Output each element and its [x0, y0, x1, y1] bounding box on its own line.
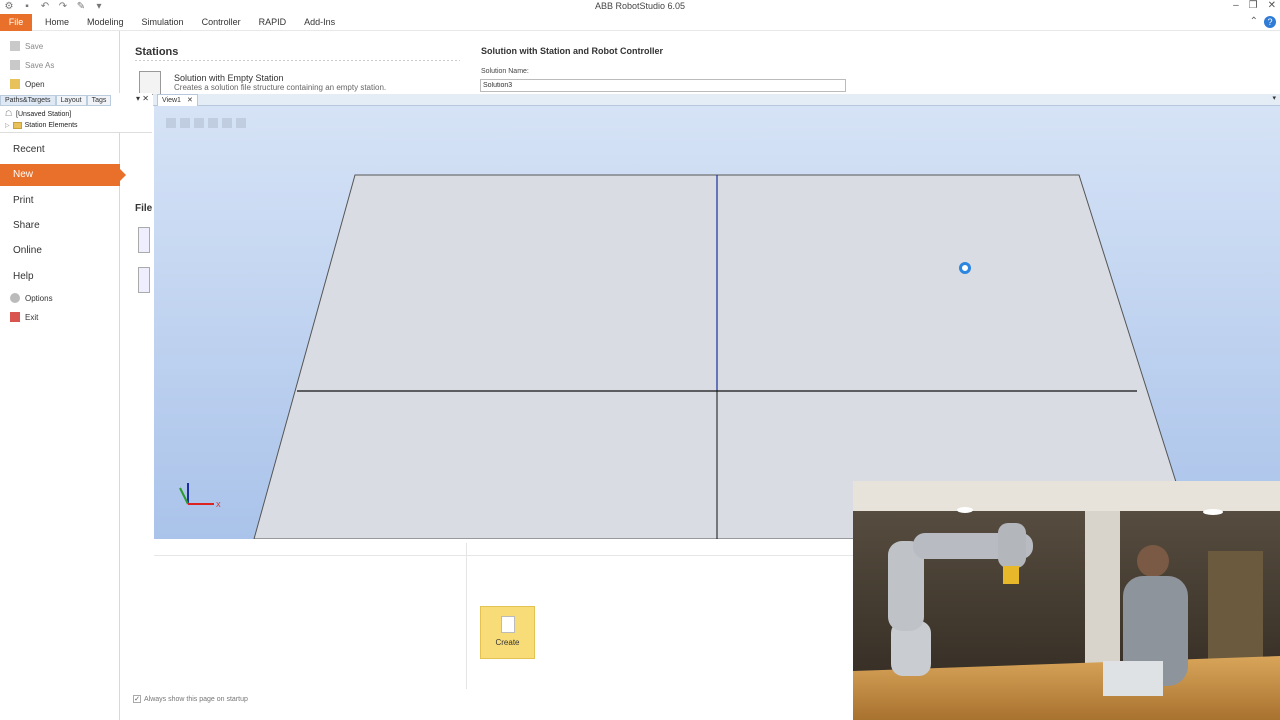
solution-name-input[interactable] [480, 79, 846, 92]
tab-layout[interactable]: Layout [55, 95, 87, 106]
3d-viewport[interactable]: X [154, 106, 1280, 539]
tab-modeling[interactable]: Modeling [78, 14, 133, 31]
tab-paths-targets[interactable]: Paths&Targets [0, 95, 56, 106]
laptop [1103, 661, 1163, 696]
help-icon[interactable]: ? [1264, 16, 1276, 28]
create-button[interactable]: Create [480, 606, 535, 659]
ceiling-light [1203, 509, 1223, 515]
solution-empty-station-desc: Creates a solution file structure contai… [174, 83, 387, 92]
nav-help[interactable]: Help [13, 271, 34, 282]
save-icon [10, 41, 20, 51]
solution-name-label: Solution Name: [481, 68, 529, 75]
nav-share[interactable]: Share [13, 220, 40, 231]
nav-recent[interactable]: Recent [13, 144, 45, 155]
backstage-nav: Save Save As Open Recent New Print Share… [0, 31, 126, 720]
station-icon: ☖ [5, 109, 13, 118]
explorer-controls: ▾ ✕ [136, 94, 149, 103]
tab-home[interactable]: Home [36, 14, 78, 31]
tab-close-icon[interactable]: ✕ [187, 95, 193, 106]
nav-options[interactable]: Options [10, 293, 53, 303]
tree-item-station-elements[interactable]: ▷ Station Elements [5, 122, 78, 129]
title-bar: ⚙ ▪ ↶ ↷ ✎ ▾ ABB RobotStudio 6.05 – ❐ ✕ [0, 0, 1280, 14]
tab-add-ins[interactable]: Add-Ins [295, 14, 344, 31]
nav-open[interactable]: Open [10, 79, 45, 89]
ribbon-collapse-icon[interactable]: ⌃ [1250, 16, 1258, 28]
tab-view1[interactable]: View1 ✕ [157, 94, 198, 106]
solution-empty-station-title[interactable]: Solution with Empty Station [174, 73, 284, 83]
files-heading: File [135, 203, 153, 214]
ceiling [853, 481, 1280, 511]
pane-menu-icon[interactable]: ▾ [136, 94, 140, 103]
axis-triad: X [179, 483, 221, 509]
axis-x-label: X [216, 502, 221, 509]
nav-save[interactable]: Save [10, 41, 43, 51]
document-tab-bar: View1 ✕ ▾ [153, 94, 1280, 106]
divider [135, 60, 460, 61]
folder-icon [12, 122, 22, 129]
save-as-icon [10, 60, 20, 70]
brick-pillar [1085, 511, 1120, 671]
minimize-icon[interactable]: – [1233, 0, 1239, 12]
tab-tags[interactable]: Tags [86, 95, 112, 106]
gripper [1003, 566, 1019, 584]
exit-icon [10, 312, 20, 322]
ribbon-help-area: ⌃ ? [1250, 16, 1276, 28]
new-document-icon [500, 616, 515, 633]
robot-wrist [998, 523, 1026, 568]
pane-close-icon[interactable]: ✕ [142, 94, 149, 103]
webcam-image [853, 481, 1280, 720]
solution-with-controller-heading: Solution with Station and Robot Controll… [481, 46, 663, 56]
stations-heading: Stations [135, 46, 179, 58]
floor-grid [253, 174, 1195, 539]
tab-list-icon[interactable]: ▾ [1272, 94, 1276, 102]
tab-file[interactable]: File [0, 14, 32, 31]
nav-print[interactable]: Print [13, 195, 34, 206]
app-title: ABB RobotStudio 6.05 [594, 1, 686, 11]
nav-online[interactable]: Online [13, 245, 42, 256]
create-button-label: Create [495, 638, 520, 647]
close-icon[interactable]: ✕ [1268, 0, 1276, 12]
person-head [1137, 545, 1169, 577]
nav-new[interactable]: New [0, 164, 126, 186]
tab-controller[interactable]: Controller [193, 14, 250, 31]
divider [154, 555, 854, 556]
tab-rapid[interactable]: RAPID [250, 14, 296, 31]
ceiling-light [957, 507, 973, 513]
gear-icon [10, 293, 20, 303]
axis-y [179, 487, 189, 505]
tree-item-station[interactable]: ☖ [Unsaved Station] [5, 110, 71, 118]
explorer-pane: Paths&Targets Layout Tags ▾ ✕ ☖ [Unsaved… [0, 93, 152, 133]
tab-simulation[interactable]: Simulation [133, 14, 193, 31]
explorer-tabs: Paths&Targets Layout Tags [0, 95, 112, 106]
startup-option[interactable]: ✓ Always show this page on startup [133, 695, 248, 703]
webcam-overlay [853, 481, 1280, 720]
nav-exit[interactable]: Exit [10, 312, 38, 322]
startup-checkbox[interactable]: ✓ [133, 695, 141, 703]
ribbon-tab-row: File Home Modeling Simulation Controller… [0, 14, 1280, 31]
divider [466, 543, 467, 689]
ribbon-tabs: Home Modeling Simulation Controller RAPI… [36, 14, 344, 31]
solution-empty-station-icon[interactable] [139, 71, 161, 95]
door [1208, 551, 1263, 661]
template-icon[interactable] [138, 227, 150, 253]
startup-label: Always show this page on startup [144, 695, 248, 703]
nav-save-as[interactable]: Save As [10, 60, 54, 70]
restore-icon[interactable]: ❐ [1249, 0, 1258, 12]
cursor-indicator [959, 262, 971, 274]
folder-open-icon [10, 79, 20, 89]
template-icon[interactable] [138, 267, 150, 293]
expand-icon[interactable]: ▷ [5, 122, 10, 129]
window-controls: – ❐ ✕ [1233, 0, 1276, 12]
